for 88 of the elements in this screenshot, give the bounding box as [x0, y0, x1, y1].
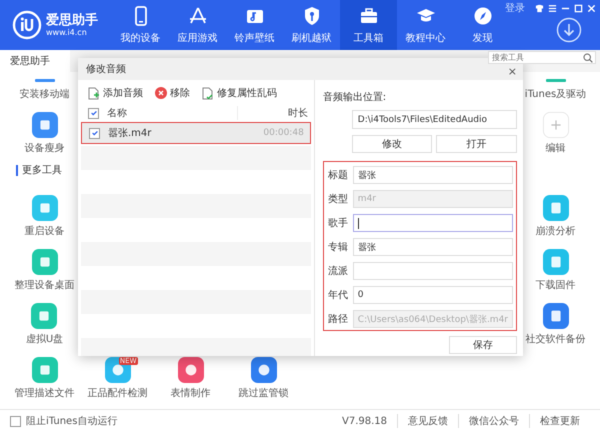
repair-file-icon	[202, 86, 214, 100]
skin-icon[interactable]	[535, 4, 544, 12]
tool-item[interactable]: 整理设备桌面	[14, 249, 74, 292]
input-field[interactable]: 0	[352, 286, 513, 304]
tool-icon	[32, 357, 58, 383]
file-duration: 00:00:48	[263, 128, 304, 138]
toolbar-button[interactable]: 移除	[155, 86, 190, 100]
tool-item[interactable]: 管理描述文件	[14, 357, 74, 400]
tool-item[interactable]: iTunes及驱动	[524, 79, 586, 101]
input-field[interactable]	[352, 262, 513, 280]
maximize-icon[interactable]	[574, 4, 583, 12]
tool-item[interactable]: 下载固件	[536, 249, 576, 292]
tool-icon	[542, 195, 568, 221]
menu-icon[interactable]	[548, 4, 557, 12]
tool-item[interactable]: 跳过监管锁	[238, 357, 288, 400]
check-icon	[90, 109, 98, 117]
nav-tab[interactable]: 铃声壁纸	[226, 0, 283, 50]
save-button[interactable]: 保存	[449, 336, 517, 354]
nav-tab[interactable]: 应用游戏	[169, 0, 226, 50]
nav-tab[interactable]: 刷机越狱	[283, 0, 340, 50]
check-icon	[90, 129, 98, 137]
dialog-title: 修改音频	[86, 62, 126, 76]
field-label: 年代	[328, 289, 349, 302]
field-label: 歌手	[328, 216, 349, 230]
tool-item[interactable]: 编辑	[542, 112, 568, 155]
tool-item[interactable]: 崩溃分析	[536, 195, 576, 238]
tool-icon	[250, 357, 276, 383]
column-header: 时长	[236, 106, 308, 120]
compass-icon	[472, 6, 492, 26]
tool-item[interactable]: 安装移动端	[20, 79, 70, 101]
output-button[interactable]: 修改	[352, 135, 432, 153]
tool-icon	[546, 79, 566, 82]
app-store-icon	[188, 6, 208, 26]
logo-icon	[12, 10, 42, 40]
tool-item[interactable]: 虚拟U盘	[26, 303, 64, 346]
field-label: 路径	[328, 313, 349, 326]
field-label: 标题	[328, 168, 349, 182]
output-button[interactable]: 打开	[436, 135, 518, 153]
nav-tab[interactable]: 工具箱	[340, 0, 397, 50]
add-file-icon	[88, 86, 100, 100]
app-name: 爱思助手	[46, 12, 98, 28]
itunes-checkbox[interactable]	[10, 416, 21, 426]
tool-item[interactable]: 重启设备	[24, 195, 64, 238]
tool-icon	[178, 357, 204, 383]
tool-item[interactable]: 设备瘦身	[24, 112, 64, 155]
tool-item[interactable]: 表情制作	[170, 357, 210, 400]
page-tab[interactable]: 爱思助手	[0, 50, 70, 72]
row-checkbox[interactable]	[89, 128, 100, 138]
nav-tab[interactable]: 教程中心	[397, 0, 454, 50]
close-button[interactable]: ×	[508, 67, 517, 77]
tool-icon	[31, 303, 58, 329]
column-header: 名称	[107, 107, 128, 120]
file-row[interactable]: 嚣张.m4r 00:00:48	[81, 122, 311, 144]
select-all-checkbox[interactable]	[88, 108, 99, 118]
search-icon	[583, 53, 593, 63]
field-label: 流派	[328, 264, 349, 278]
version-label: V7.98.18	[340, 416, 388, 426]
toolbar-button[interactable]: 修复属性乱码	[202, 86, 277, 100]
footer-link[interactable]: 检查更新	[529, 414, 590, 428]
toolbox-icon	[358, 6, 378, 26]
input-field[interactable]: 嚣张	[352, 238, 513, 256]
close-icon[interactable]	[587, 4, 596, 12]
tool-item[interactable]: 社交软件备份	[526, 303, 586, 346]
field-label: 类型	[328, 192, 349, 206]
checkbox-label: 阻止iTunes自动运行	[26, 414, 118, 428]
file-name: 嚣张.m4r	[108, 126, 152, 140]
toolbar-button[interactable]: 添加音频	[88, 86, 143, 100]
plus-icon	[542, 112, 568, 138]
tool-icon	[34, 79, 54, 82]
input-field[interactable]	[352, 214, 513, 232]
output-path-field[interactable]: D:\i4Tools7\Files\EditedAudio	[352, 110, 517, 129]
input-field[interactable]: 嚣张	[352, 166, 513, 184]
tool-icon	[542, 249, 568, 275]
tool-icon	[32, 249, 58, 275]
login-button[interactable]: 登录	[505, 1, 525, 15]
search-field[interactable]: 搜索工具	[488, 51, 596, 64]
tool-icon	[32, 112, 58, 138]
nav-tab[interactable]: 我的设备	[112, 0, 169, 50]
footer-link[interactable]: 意见反馈	[397, 414, 458, 428]
download-icon[interactable]	[556, 17, 582, 43]
field-label: 专辑	[328, 240, 349, 254]
tool-icon	[542, 303, 568, 329]
tool-icon	[32, 195, 58, 221]
footer-link[interactable]: 微信公众号	[458, 414, 529, 428]
app-url: www.i4.cn	[46, 28, 88, 38]
remove-icon	[155, 87, 167, 99]
output-label: 音频输出位置:	[322, 90, 388, 104]
section-title: 更多工具	[16, 164, 62, 176]
